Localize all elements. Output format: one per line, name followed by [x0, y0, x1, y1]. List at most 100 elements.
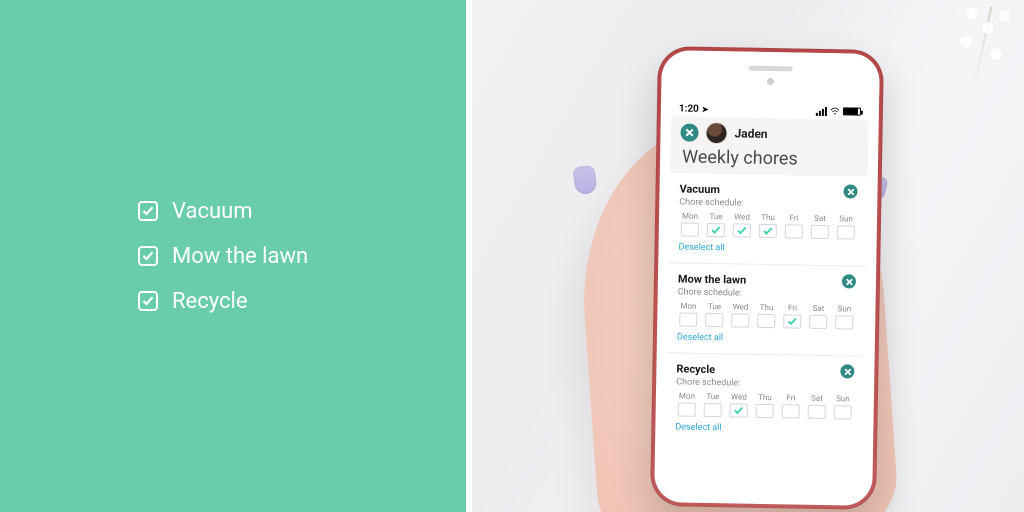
day-checkbox[interactable] [681, 222, 699, 236]
day-checkbox[interactable] [783, 314, 801, 328]
day-checkbox[interactable] [704, 403, 722, 417]
day-column: Sat [809, 214, 831, 239]
day-column: Fri [780, 393, 802, 418]
close-button[interactable] [680, 123, 698, 141]
phone-forehead [661, 50, 880, 96]
day-checkbox[interactable] [834, 405, 852, 419]
day-column: Sun [832, 394, 854, 419]
status-time-text: 1:20 [679, 103, 699, 114]
day-checkbox[interactable] [731, 313, 749, 327]
day-label: Wed [729, 302, 751, 311]
day-checkbox[interactable] [705, 313, 723, 327]
avatar[interactable] [706, 123, 726, 143]
check-icon [138, 246, 158, 266]
day-label: Fri [780, 393, 802, 402]
phone-device: 1:20 ➤ [650, 46, 884, 510]
day-checkbox[interactable] [759, 224, 777, 238]
flower-decoration [960, 36, 972, 48]
day-column: Sat [806, 394, 828, 419]
day-checkbox[interactable] [811, 225, 829, 239]
status-time: 1:20 ➤ [679, 103, 709, 115]
check-icon [138, 291, 158, 311]
day-label: Thu [757, 213, 779, 222]
day-checkbox[interactable] [809, 315, 827, 329]
day-label: Sun [835, 214, 857, 223]
day-column: Mon [679, 211, 701, 236]
chore-name: Mow the lawn [678, 272, 746, 286]
fingernail [572, 165, 598, 196]
screen-header: Jaden [670, 116, 868, 149]
day-checkbox[interactable] [782, 404, 800, 418]
day-checkbox[interactable] [756, 404, 774, 418]
check-icon [787, 316, 797, 326]
day-column: Tue [703, 302, 725, 327]
battery-icon [843, 107, 861, 115]
day-column: Sun [833, 304, 855, 329]
day-checkbox[interactable] [679, 312, 697, 326]
phone-bezel: 1:20 ➤ [654, 50, 880, 506]
chore-name: Recycle [676, 362, 715, 376]
day-checkbox[interactable] [733, 223, 751, 237]
day-checkbox[interactable] [808, 405, 826, 419]
day-column: Sun [835, 214, 857, 239]
summary-item-label: Recycle [172, 289, 248, 314]
day-column: Wed [728, 392, 750, 417]
day-column: Tue [705, 212, 727, 237]
chore-card-header: Vacuum [679, 181, 857, 198]
day-label: Tue [703, 302, 725, 311]
day-column: Fri [781, 303, 803, 328]
flower-decoration [990, 48, 1002, 60]
remove-chore-button[interactable] [843, 184, 857, 198]
day-checkbox[interactable] [707, 223, 725, 237]
location-icon: ➤ [702, 104, 709, 113]
feature-summary-panel: Vacuum Mow the lawn Recycle [0, 0, 466, 512]
deselect-all-link[interactable]: Deselect all [677, 332, 855, 345]
check-icon [138, 201, 158, 221]
day-checkbox[interactable] [785, 224, 803, 238]
day-column: Sat [807, 304, 829, 329]
chore-card-header: Recycle [676, 361, 854, 378]
day-label: Sat [807, 304, 829, 313]
deselect-all-link[interactable]: Deselect all [678, 242, 856, 255]
flower-decoration [974, 7, 993, 86]
day-column: Thu [755, 303, 777, 328]
chore-card: Mow the lawnChore schedule:Mon Tue Wed ThuF… [667, 262, 867, 355]
remove-chore-button[interactable] [840, 364, 854, 378]
flower-decoration [998, 10, 1010, 22]
day-label: Sat [809, 214, 831, 223]
summary-item: Recycle [138, 289, 466, 314]
day-column: Thu [754, 393, 776, 418]
day-label: Sat [806, 394, 828, 403]
summary-item: Mow the lawn [138, 244, 466, 269]
photo-scene: 1:20 ➤ [466, 0, 1024, 512]
day-checkbox[interactable] [757, 314, 775, 328]
schedule-label: Chore schedule: [678, 287, 856, 300]
day-selector: Mon Tue Wed ThuFri Sat Sun [677, 301, 855, 329]
day-label: Sun [832, 394, 854, 403]
check-icon [711, 225, 721, 235]
day-checkbox[interactable] [835, 315, 853, 329]
page-title: Weekly chores [670, 146, 868, 176]
day-label: Thu [754, 393, 776, 402]
day-label: Fri [783, 213, 805, 222]
check-icon [763, 226, 773, 236]
day-checkbox[interactable] [837, 225, 855, 239]
schedule-label: Chore schedule: [676, 377, 854, 390]
day-label: Mon [679, 211, 701, 220]
day-label: Mon [677, 301, 699, 310]
day-label: Sun [833, 304, 855, 313]
remove-chore-button[interactable] [842, 274, 856, 288]
day-checkbox[interactable] [678, 402, 696, 416]
chore-card-header: Mow the lawn [678, 271, 856, 288]
flower-decoration [982, 22, 994, 34]
wifi-icon [830, 107, 840, 115]
close-icon [844, 368, 851, 375]
day-column: Wed [731, 212, 753, 237]
day-column: Thu [757, 213, 779, 238]
deselect-all-link[interactable]: Deselect all [675, 422, 853, 435]
day-checkbox[interactable] [730, 403, 748, 417]
check-icon [734, 405, 744, 415]
phone-speaker [749, 66, 793, 72]
panel-divider [466, 0, 472, 512]
flower-decoration [966, 8, 978, 20]
